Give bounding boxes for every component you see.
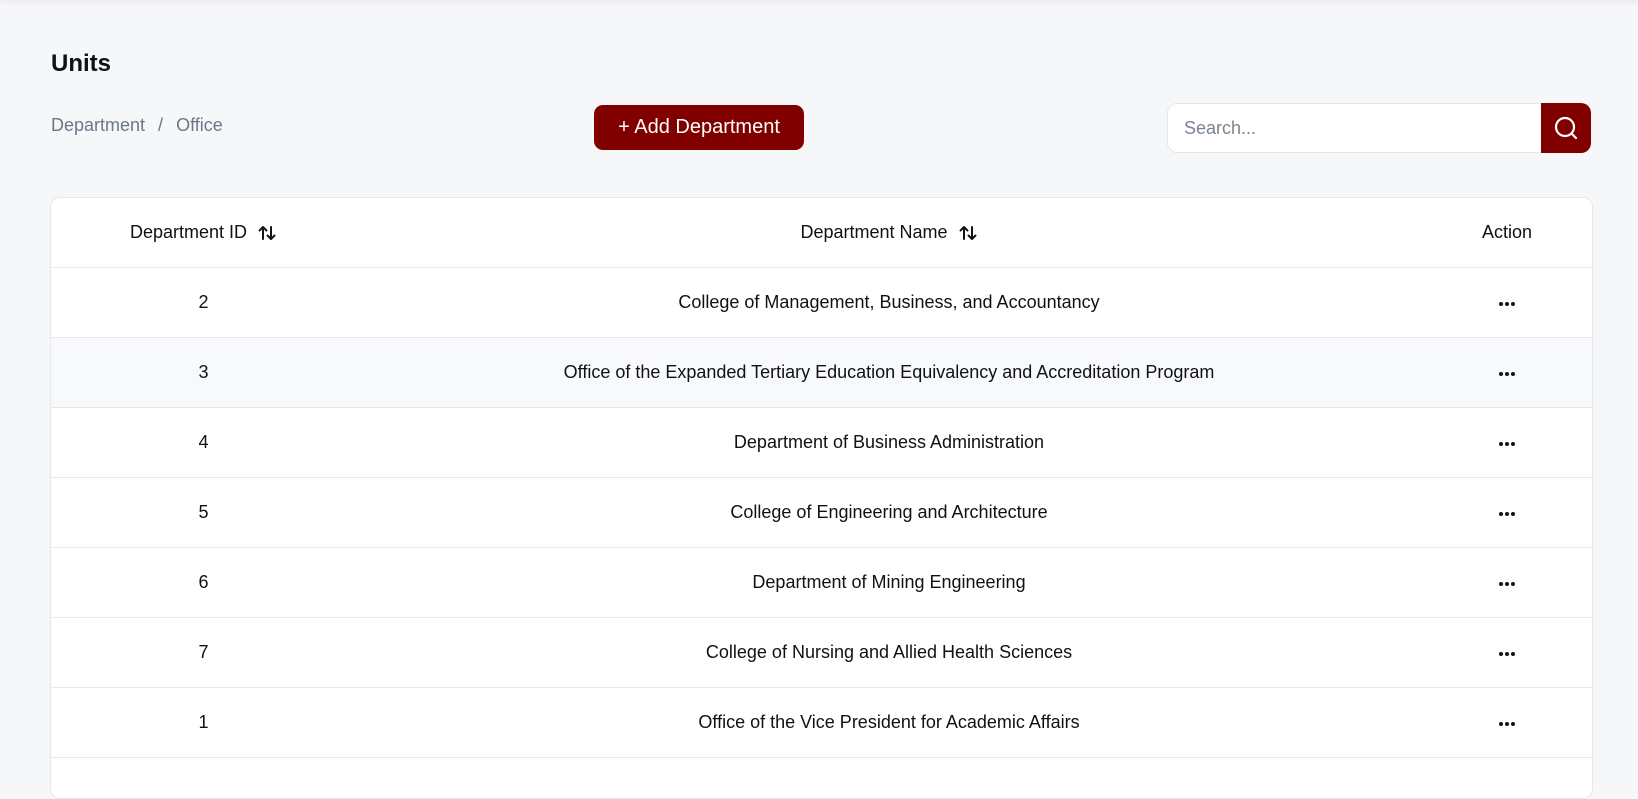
cell-department-name: Office of the Expanded Tertiary Educatio… xyxy=(356,337,1422,408)
cell-action xyxy=(1422,477,1592,548)
cell-department-id: 7 xyxy=(51,617,356,688)
cell-department-id: 1 xyxy=(51,687,356,758)
cell-department-name: College of Nursing and Allied Health Sci… xyxy=(356,617,1422,688)
cell-action xyxy=(1422,547,1592,618)
search-input[interactable] xyxy=(1167,103,1541,153)
table-row[interactable]: 1 Office of the Vice President for Acade… xyxy=(51,687,1592,758)
column-header-label: Department ID xyxy=(129,222,248,242)
cell-department-name: College of Management, Business, and Acc… xyxy=(356,267,1422,338)
cell-department-id: 2 xyxy=(51,267,356,338)
cell-department-name: Department of Business Administration xyxy=(356,407,1422,478)
more-horizontal-icon[interactable] xyxy=(1496,643,1518,665)
add-department-button[interactable]: + Add Department xyxy=(594,105,804,150)
top-bar-shadow xyxy=(0,0,1638,2)
cell-department-name: Office of the Vice President for Academi… xyxy=(356,687,1422,758)
more-horizontal-icon[interactable] xyxy=(1496,293,1518,315)
more-horizontal-icon[interactable] xyxy=(1496,573,1518,595)
cell-action xyxy=(1422,407,1592,478)
cell-department-id: 4 xyxy=(51,407,356,478)
sort-arrows-icon[interactable] xyxy=(958,223,978,243)
table-row[interactable]: 6 Department of Mining Engineering xyxy=(51,547,1592,618)
page-title: Units xyxy=(51,50,111,77)
search-icon xyxy=(1553,115,1579,141)
sort-arrows-icon[interactable] xyxy=(257,223,277,243)
cell-department-id: 3 xyxy=(51,337,356,408)
departments-table-card: Department ID Department Name Action 2 C… xyxy=(50,197,1593,799)
table-row[interactable]: 3 Office of the Expanded Tertiary Educat… xyxy=(51,337,1592,408)
more-horizontal-icon[interactable] xyxy=(1496,503,1518,525)
breadcrumb-item-office[interactable]: Office xyxy=(176,115,223,136)
table-header-row: Department ID Department Name Action xyxy=(51,198,1592,268)
more-horizontal-icon[interactable] xyxy=(1496,713,1518,735)
cell-action xyxy=(1422,687,1592,758)
search-bar xyxy=(1167,103,1591,153)
cell-department-id: 6 xyxy=(51,547,356,618)
table-row[interactable]: 2 College of Management, Business, and A… xyxy=(51,267,1592,338)
more-horizontal-icon[interactable] xyxy=(1496,363,1518,385)
search-button[interactable] xyxy=(1541,103,1591,153)
departments-table: Department ID Department Name Action 2 C… xyxy=(51,198,1592,758)
breadcrumb: Department / Office xyxy=(51,115,223,136)
more-horizontal-icon[interactable] xyxy=(1496,433,1518,455)
cell-action xyxy=(1422,267,1592,338)
breadcrumb-item-department[interactable]: Department xyxy=(51,115,145,136)
table-row[interactable]: 7 College of Nursing and Allied Health S… xyxy=(51,617,1592,688)
cell-action xyxy=(1422,337,1592,408)
column-header-department-name[interactable]: Department Name xyxy=(356,198,1422,268)
column-header-label: Department Name xyxy=(800,222,948,242)
cell-department-id: 5 xyxy=(51,477,356,548)
table-row[interactable]: 4 Department of Business Administration xyxy=(51,407,1592,478)
breadcrumb-separator: / xyxy=(158,115,164,135)
cell-department-name: College of Engineering and Architecture xyxy=(356,477,1422,548)
cell-department-name: Department of Mining Engineering xyxy=(356,547,1422,618)
cell-action xyxy=(1422,617,1592,688)
column-header-action: Action xyxy=(1422,198,1592,268)
table-row[interactable]: 5 College of Engineering and Architectur… xyxy=(51,477,1592,548)
column-header-department-id[interactable]: Department ID xyxy=(51,198,356,268)
column-header-label: Action xyxy=(1481,222,1533,242)
